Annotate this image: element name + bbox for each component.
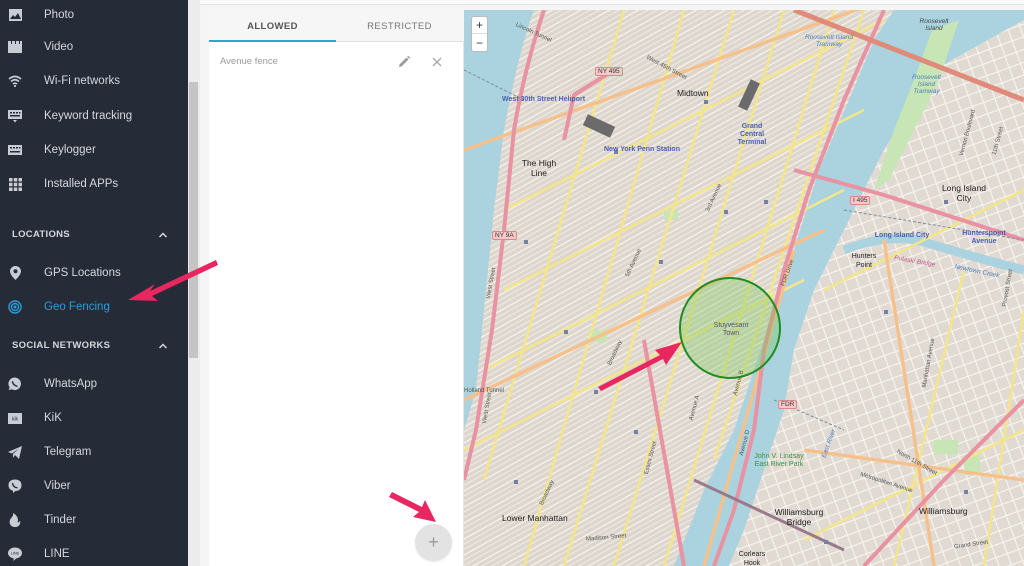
edit-pencil-icon[interactable] <box>397 55 411 69</box>
active-tab-indicator <box>209 40 336 42</box>
map-label: Midtown <box>677 88 709 98</box>
map-label: Williamsburg Bridge <box>774 507 824 527</box>
keyboard-icon <box>8 143 22 157</box>
map-label-shield: NY 9A <box>492 231 517 240</box>
sidebar-item-label: Photo <box>44 9 75 21</box>
add-geofence-button[interactable]: + <box>415 524 452 561</box>
geofence-list-panel: ALLOWED RESTRICTED Avenue fence + <box>209 10 464 566</box>
photo-icon <box>8 8 22 22</box>
sidebar-item-label: Installed APPs <box>44 178 119 190</box>
geofence-list-item[interactable]: Avenue fence <box>209 50 464 74</box>
sidebar-item-label: Telegram <box>44 446 92 458</box>
tab-restricted[interactable]: RESTRICTED <box>336 10 463 42</box>
viber-icon <box>8 479 22 493</box>
map-label: Roosevelt Island Tramway <box>804 34 854 48</box>
sidebar-item-label: Wi-Fi networks <box>44 75 121 87</box>
zoom-in-button[interactable]: + <box>472 17 487 34</box>
map-label: Grand Central Terminal <box>737 123 767 146</box>
keyword-tracking-icon <box>8 109 22 123</box>
app-root: Photo Video Wi-Fi networks Keyword track… <box>0 0 1024 566</box>
tinder-icon <box>8 513 22 527</box>
section-header-locations[interactable]: LOCATIONS <box>0 222 188 246</box>
zoom-out-button[interactable]: − <box>472 34 487 51</box>
whatsapp-icon <box>8 377 22 391</box>
svg-text:kik: kik <box>12 416 19 422</box>
sidebar-item-kik[interactable]: kik KiK <box>0 403 188 433</box>
sidebar-item-wifi[interactable]: Wi-Fi networks <box>0 66 188 96</box>
line-icon: LINE <box>8 547 22 561</box>
sidebar-item-label: Keylogger <box>44 144 96 156</box>
map-label-shield: FDR <box>778 400 798 409</box>
sidebar-item-photo[interactable]: Photo <box>0 0 188 30</box>
sidebar-item-tinder[interactable]: Tinder <box>0 505 188 535</box>
sidebar-item-label: Geo Fencing <box>44 301 110 313</box>
geofence-icon <box>8 300 22 314</box>
map-label-shield: I 495 <box>850 196 871 205</box>
map-label: Roosevelt Island Tramway <box>912 74 941 95</box>
sidebar-item-line[interactable]: LINE LINE <box>0 539 188 566</box>
sidebar-item-label: Tinder <box>44 514 77 526</box>
video-icon <box>8 40 22 54</box>
sidebar-item-label: Keyword tracking <box>44 110 133 122</box>
apps-grid-icon <box>8 177 22 191</box>
geofence-tabs: ALLOWED RESTRICTED <box>209 10 464 42</box>
map-label: Hunters Point <box>851 253 877 269</box>
sidebar-item-whatsapp[interactable]: WhatsApp <box>0 369 188 399</box>
sidebar-item-label: Viber <box>44 480 71 492</box>
map-label: Williamsburg <box>919 506 968 516</box>
sidebar-item-label: GPS Locations <box>44 267 121 279</box>
sidebar-item-telegram[interactable]: Telegram <box>0 437 188 467</box>
sidebar-item-keyword-tracking[interactable]: Keyword tracking <box>0 101 188 131</box>
section-title: SOCIAL NETWORKS <box>12 339 111 351</box>
sidebar-item-gps-locations[interactable]: GPS Locations <box>0 258 188 288</box>
map-label-shield: NY 495 <box>595 67 623 76</box>
tab-allowed[interactable]: ALLOWED <box>209 10 336 42</box>
sidebar-item-label: KiK <box>44 412 62 424</box>
sidebar-scrollbar-thumb[interactable] <box>189 82 198 358</box>
map-label: Roosevelt Island <box>919 18 949 32</box>
map-label: John V. Lindsay East River Park <box>754 453 804 468</box>
map-label: Stuyvesant Town <box>713 322 749 337</box>
sidebar-item-label: Video <box>44 41 74 53</box>
sidebar-item-keylogger[interactable]: Keylogger <box>0 135 188 165</box>
sidebar-item-video[interactable]: Video <box>0 32 188 62</box>
location-pin-icon <box>8 266 22 280</box>
wifi-icon <box>8 74 22 88</box>
section-header-social-networks[interactable]: SOCIAL NETWORKS <box>0 333 188 357</box>
sidebar-item-label: WhatsApp <box>44 378 98 390</box>
svg-text:LINE: LINE <box>11 552 20 556</box>
sidebar-item-geo-fencing[interactable]: Geo Fencing <box>0 292 188 322</box>
sidebar-item-label: LINE <box>44 548 70 560</box>
map-label: West 30th Street Heliport <box>502 96 586 103</box>
section-title: LOCATIONS <box>12 228 70 240</box>
sidebar-item-viber[interactable]: Viber <box>0 471 188 501</box>
chevron-up-icon[interactable] <box>157 228 169 240</box>
sidebar-item-installed-apps[interactable]: Installed APPs <box>0 169 188 199</box>
kik-icon: kik <box>8 411 22 425</box>
map-label: Long Island City <box>874 232 930 239</box>
map-zoom-control: + − <box>471 16 488 52</box>
map-label: Hunterspoint Avenue <box>962 230 1006 245</box>
delete-close-icon[interactable] <box>430 55 444 69</box>
telegram-icon <box>8 445 22 459</box>
map-label: The High Line <box>521 158 557 178</box>
map-label: Long Island City <box>942 183 986 203</box>
top-bar <box>200 0 1024 5</box>
sidebar: Photo Video Wi-Fi networks Keyword track… <box>0 0 188 566</box>
map-label: Corlears Hook <box>738 551 766 566</box>
map-label: Holland Tunnel <box>464 388 505 394</box>
map-label: Lower Manhattan <box>502 513 568 523</box>
chevron-up-icon[interactable] <box>157 339 169 351</box>
map-view[interactable]: Lincoln Tunnel NY 495 West 45th Street M… <box>464 10 1024 566</box>
geofence-name: Avenue fence <box>220 56 278 67</box>
map-label: New York Penn Station <box>604 146 680 153</box>
